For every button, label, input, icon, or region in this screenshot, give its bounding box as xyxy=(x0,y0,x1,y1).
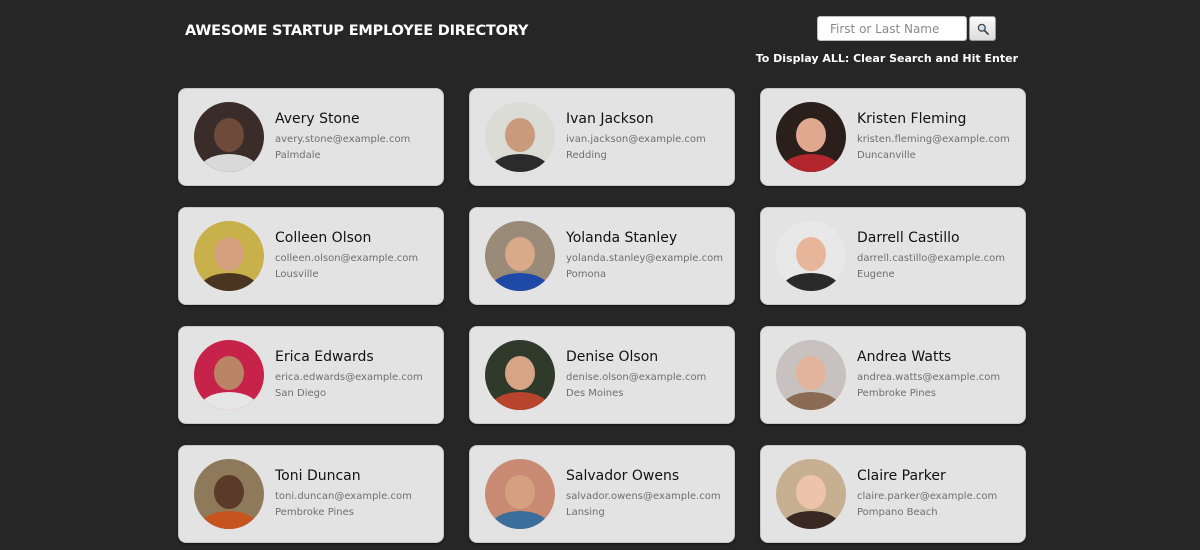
page-title: AWESOME STARTUP EMPLOYEE DIRECTORY xyxy=(185,23,529,39)
employee-card[interactable]: Denise Olson denise.olson@example.com De… xyxy=(469,326,735,424)
employee-email: denise.olson@example.com xyxy=(566,371,707,383)
avatar xyxy=(194,459,264,529)
employee-card[interactable]: Erica Edwards erica.edwards@example.com … xyxy=(178,326,444,424)
avatar xyxy=(194,340,264,410)
employee-name: Claire Parker xyxy=(857,467,946,484)
search-button[interactable] xyxy=(969,16,996,41)
employee-name: Ivan Jackson xyxy=(566,110,654,127)
employee-city: Lansing xyxy=(566,506,605,518)
employee-name: Kristen Fleming xyxy=(857,110,967,127)
employee-card[interactable]: Andrea Watts andrea.watts@example.com Pe… xyxy=(760,326,1026,424)
employee-email: colleen.olson@example.com xyxy=(275,252,419,264)
search-hint: To Display ALL: Clear Search and Hit Ent… xyxy=(755,52,1018,65)
avatar xyxy=(485,221,555,291)
employee-name: Denise Olson xyxy=(566,348,659,365)
employee-email: kristen.fleming@example.com xyxy=(857,133,1010,145)
employee-city: San Diego xyxy=(275,387,327,399)
employee-grid: Avery Stone avery.stone@example.com Palm… xyxy=(178,88,1026,543)
avatar xyxy=(776,459,846,529)
employee-card[interactable]: Claire Parker claire.parker@example.com … xyxy=(760,445,1026,543)
employee-city: Duncanville xyxy=(857,149,916,161)
employee-city: Pembroke Pines xyxy=(857,387,936,399)
employee-email: ivan.jackson@example.com xyxy=(566,133,706,145)
employee-card[interactable]: Toni Duncan toni.duncan@example.com Pemb… xyxy=(178,445,444,543)
employee-city: Pompano Beach xyxy=(857,506,938,518)
employee-name: Salvador Owens xyxy=(566,467,680,484)
employee-city: Lousville xyxy=(275,268,319,280)
avatar xyxy=(485,340,555,410)
employee-email: toni.duncan@example.com xyxy=(275,490,412,502)
avatar xyxy=(776,102,846,172)
employee-city: Palmdale xyxy=(275,149,321,161)
employee-name: Andrea Watts xyxy=(857,348,952,365)
employee-card[interactable]: Ivan Jackson ivan.jackson@example.com Re… xyxy=(469,88,735,186)
employee-name: Darrell Castillo xyxy=(857,229,960,246)
avatar xyxy=(194,221,264,291)
employee-city: Pomona xyxy=(566,268,607,280)
employee-email: andrea.watts@example.com xyxy=(857,371,1001,383)
employee-city: Eugene xyxy=(857,268,895,280)
employee-card[interactable]: Darrell Castillo darrell.castillo@exampl… xyxy=(760,207,1026,305)
avatar xyxy=(776,340,846,410)
employee-card[interactable]: Avery Stone avery.stone@example.com Palm… xyxy=(178,88,444,186)
employee-city: Pembroke Pines xyxy=(275,506,354,518)
employee-name: Erica Edwards xyxy=(275,348,374,365)
employee-email: avery.stone@example.com xyxy=(275,133,411,145)
employee-email: yolanda.stanley@example.com xyxy=(566,252,723,264)
search-icon xyxy=(977,23,989,35)
search-form xyxy=(817,16,996,41)
employee-card[interactable]: Colleen Olson colleen.olson@example.com … xyxy=(178,207,444,305)
avatar xyxy=(776,221,846,291)
avatar xyxy=(485,459,555,529)
employee-email: erica.edwards@example.com xyxy=(275,371,423,383)
employee-email: salvador.owens@example.com xyxy=(566,490,721,502)
employee-name: Avery Stone xyxy=(275,110,360,127)
employee-card[interactable]: Kristen Fleming kristen.fleming@example.… xyxy=(760,88,1026,186)
employee-city: Redding xyxy=(566,149,607,161)
employee-email: claire.parker@example.com xyxy=(857,490,998,502)
employee-city: Des Moines xyxy=(566,387,624,399)
employee-card[interactable]: Salvador Owens salvador.owens@example.co… xyxy=(469,445,735,543)
avatar xyxy=(194,102,264,172)
employee-card[interactable]: Yolanda Stanley yolanda.stanley@example.… xyxy=(469,207,735,305)
search-input[interactable] xyxy=(817,16,967,41)
avatar xyxy=(485,102,555,172)
employee-name: Colleen Olson xyxy=(275,229,372,246)
employee-name: Yolanda Stanley xyxy=(566,229,678,246)
employee-email: darrell.castillo@example.com xyxy=(857,252,1005,264)
employee-name: Toni Duncan xyxy=(275,467,361,484)
